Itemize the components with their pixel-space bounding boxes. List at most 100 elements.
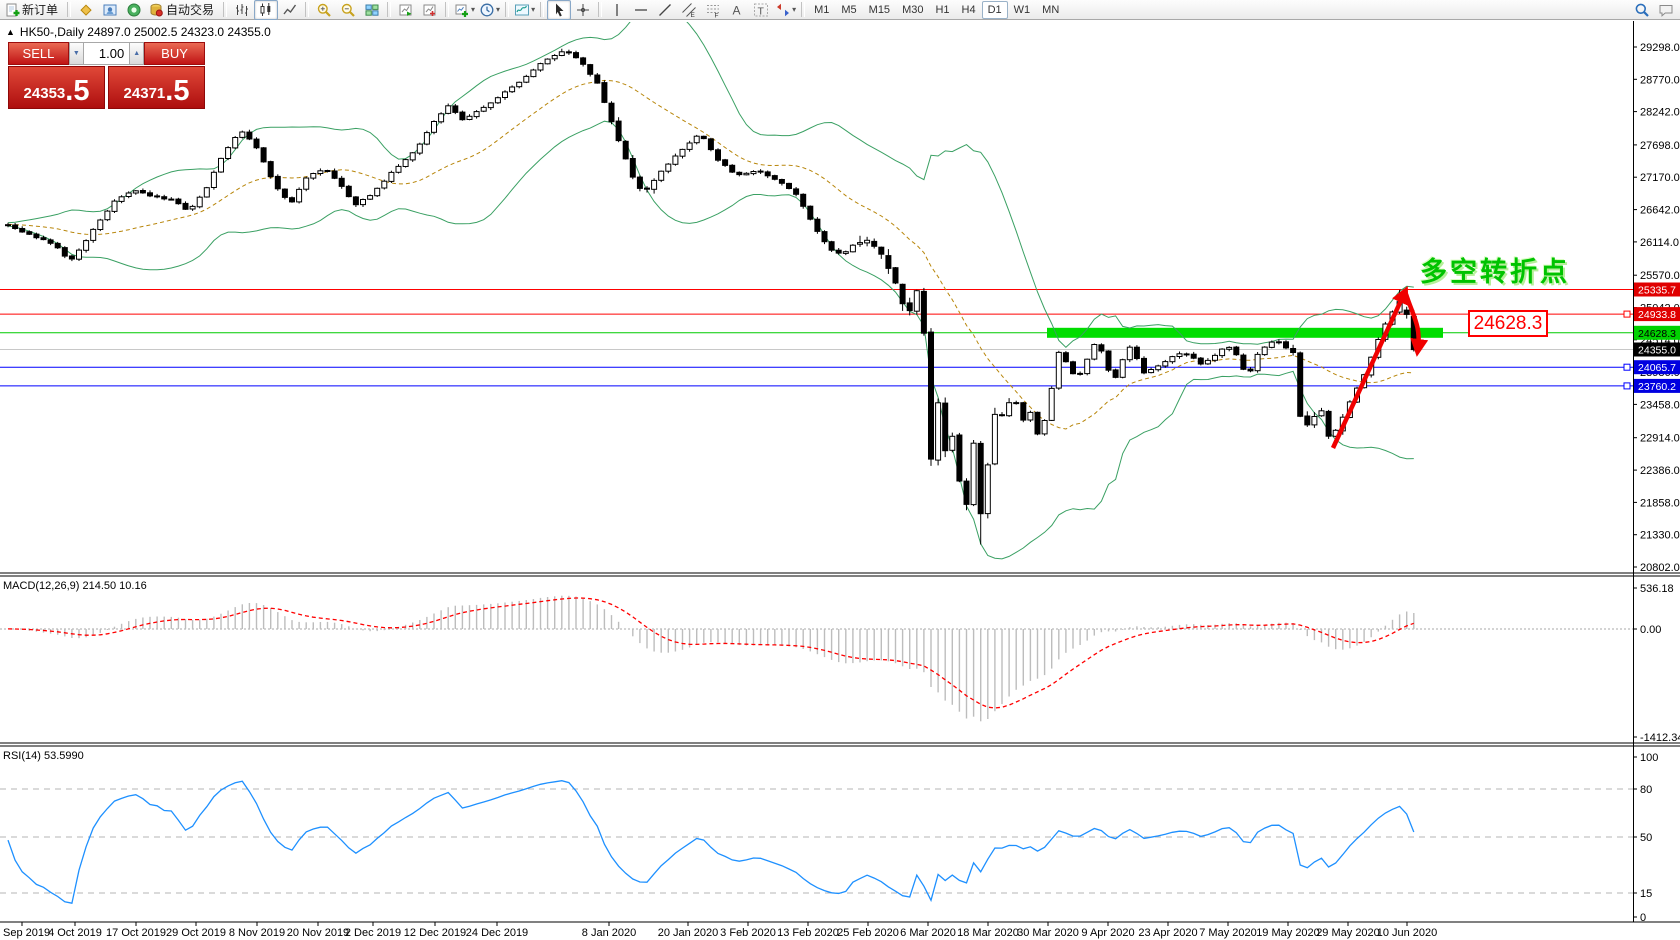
svg-text:A: A xyxy=(733,3,741,17)
bear-candle xyxy=(55,243,60,247)
timeframe-m30-button[interactable]: M30 xyxy=(896,1,929,19)
bear-candle xyxy=(282,189,287,197)
timeframe-h1-button[interactable]: H1 xyxy=(929,1,955,19)
bear-candle xyxy=(48,240,53,243)
buy-price-display[interactable]: 24371.5 xyxy=(108,66,205,109)
date-tick-label: 29 Oct 2019 xyxy=(166,927,226,939)
price-tick-label: 27698.0 xyxy=(1640,140,1680,152)
buy-button[interactable]: BUY xyxy=(144,42,205,65)
sell-price-display[interactable]: 24353.5 xyxy=(8,66,105,109)
bear-candle xyxy=(69,256,74,259)
text-label-icon[interactable]: T xyxy=(749,0,773,20)
bear-candle xyxy=(581,58,586,64)
timeframe-m5-button[interactable]: M5 xyxy=(835,1,862,19)
periods-icon-dropdown-caret[interactable]: ▾ xyxy=(496,5,500,14)
bull-candle xyxy=(91,229,96,240)
text-icon[interactable]: A xyxy=(725,0,749,20)
volume-input[interactable]: 1.00 xyxy=(84,42,129,65)
bear-candle xyxy=(737,172,742,174)
navigator-icon[interactable] xyxy=(122,0,146,20)
toolbar: 新订单 自动交易 ▾ ▾ ▾ EFAT ▾ M1M5M15M30H1H4D1W1MN xyxy=(0,0,1680,20)
crosshair-icon[interactable] xyxy=(571,0,595,20)
price-callout-box[interactable]: 24628.3 xyxy=(1468,310,1548,337)
timeframe-m15-button[interactable]: M15 xyxy=(863,1,896,19)
profiles-icon[interactable] xyxy=(74,0,98,20)
toolbar-separator xyxy=(305,2,309,17)
cursor-icon[interactable] xyxy=(547,0,571,20)
indicators-icon[interactable]: ▾ xyxy=(452,0,477,20)
indicators-icon-dropdown-caret[interactable]: ▾ xyxy=(471,5,475,14)
toolbar-separator xyxy=(445,2,449,17)
bull-candle xyxy=(914,291,919,312)
bear-candle xyxy=(325,171,330,172)
bull-candle xyxy=(659,171,664,180)
bear-candle xyxy=(815,219,820,231)
timeframe-m1-button[interactable]: M1 xyxy=(808,1,835,19)
timeframe-d1-button[interactable]: D1 xyxy=(982,1,1008,19)
bull-candle xyxy=(680,149,685,156)
arrows-icon[interactable]: ▾ xyxy=(773,0,798,20)
bear-candle xyxy=(1198,358,1203,364)
timeframe-mn-button[interactable]: MN xyxy=(1036,1,1065,19)
line-endpoint-marker[interactable] xyxy=(1624,383,1630,389)
auto-scroll-icon[interactable] xyxy=(394,0,418,20)
horizontal-line-icon[interactable] xyxy=(629,0,653,20)
bull-candle xyxy=(559,52,564,56)
bull-candle xyxy=(495,98,500,103)
bear-candle xyxy=(247,132,252,139)
tile-windows-icon[interactable] xyxy=(360,0,384,20)
collapse-chart-icon[interactable]: ▲ xyxy=(6,27,15,37)
templates-icon[interactable]: ▾ xyxy=(512,0,537,20)
bear-candle xyxy=(1035,412,1040,434)
bar-chart-icon[interactable] xyxy=(230,0,254,20)
bull-candle xyxy=(375,188,380,195)
bull-candle xyxy=(424,133,429,145)
rsi-line xyxy=(8,781,1414,904)
bear-candle xyxy=(829,242,834,251)
zoom-in-icon[interactable] xyxy=(312,0,336,20)
bar-chart-icon-glyph xyxy=(234,2,250,18)
vertical-line-icon[interactable] xyxy=(605,0,629,20)
chart-shift-icon[interactable] xyxy=(418,0,442,20)
bear-candle xyxy=(290,198,295,202)
bear-candle xyxy=(268,162,273,177)
bull-candle xyxy=(687,143,692,149)
arrows-icon-dropdown-caret[interactable]: ▾ xyxy=(792,5,796,14)
zoom-out-icon[interactable] xyxy=(336,0,360,20)
periods-icon[interactable]: ▾ xyxy=(477,0,502,20)
volume-increase-button[interactable]: ▲ xyxy=(129,42,144,65)
line-chart-icon[interactable] xyxy=(278,0,302,20)
price-tick-label: 21858.0 xyxy=(1640,497,1680,509)
timeframe-w1-button[interactable]: W1 xyxy=(1008,1,1037,19)
market-watch-icon[interactable] xyxy=(98,0,122,20)
bull-candle xyxy=(545,59,550,64)
bear-candle xyxy=(140,191,145,193)
templates-icon-dropdown-caret[interactable]: ▾ xyxy=(531,5,535,14)
volume-decrease-button[interactable]: ▼ xyxy=(69,42,84,65)
line-endpoint-marker[interactable] xyxy=(1624,364,1630,370)
bull-candle xyxy=(850,245,855,252)
toolbar-separator xyxy=(223,2,227,17)
chat-icon[interactable] xyxy=(1654,0,1678,20)
bull-candle xyxy=(1028,412,1033,420)
candlestick-chart-icon[interactable] xyxy=(254,0,278,20)
line-endpoint-marker[interactable] xyxy=(1624,311,1630,317)
autotrading-button[interactable]: 自动交易 xyxy=(146,0,220,20)
bear-candle xyxy=(1404,310,1409,314)
new-order-button[interactable]: 新订单 xyxy=(2,0,64,20)
bear-candle xyxy=(921,291,926,333)
bull-bear-turning-point-annotation[interactable]: 多空转折点 xyxy=(1420,250,1570,289)
sell-button[interactable]: SELL xyxy=(8,42,69,65)
toolbar-separator xyxy=(801,2,805,17)
trendline-icon[interactable] xyxy=(653,0,677,20)
bull-candle xyxy=(971,443,976,504)
equidistant-channel-icon[interactable]: E xyxy=(677,0,701,20)
date-tick-label: 6 Mar 2020 xyxy=(900,927,956,939)
bull-candle xyxy=(396,166,401,172)
search-icon[interactable] xyxy=(1630,0,1654,20)
date-tick-label: 17 Oct 2019 xyxy=(106,927,166,939)
rsi-tick-label: 15 xyxy=(1640,888,1652,900)
bull-candle xyxy=(1056,352,1061,388)
fibonacci-icon[interactable]: F xyxy=(701,0,725,20)
timeframe-h4-button[interactable]: H4 xyxy=(956,1,982,19)
